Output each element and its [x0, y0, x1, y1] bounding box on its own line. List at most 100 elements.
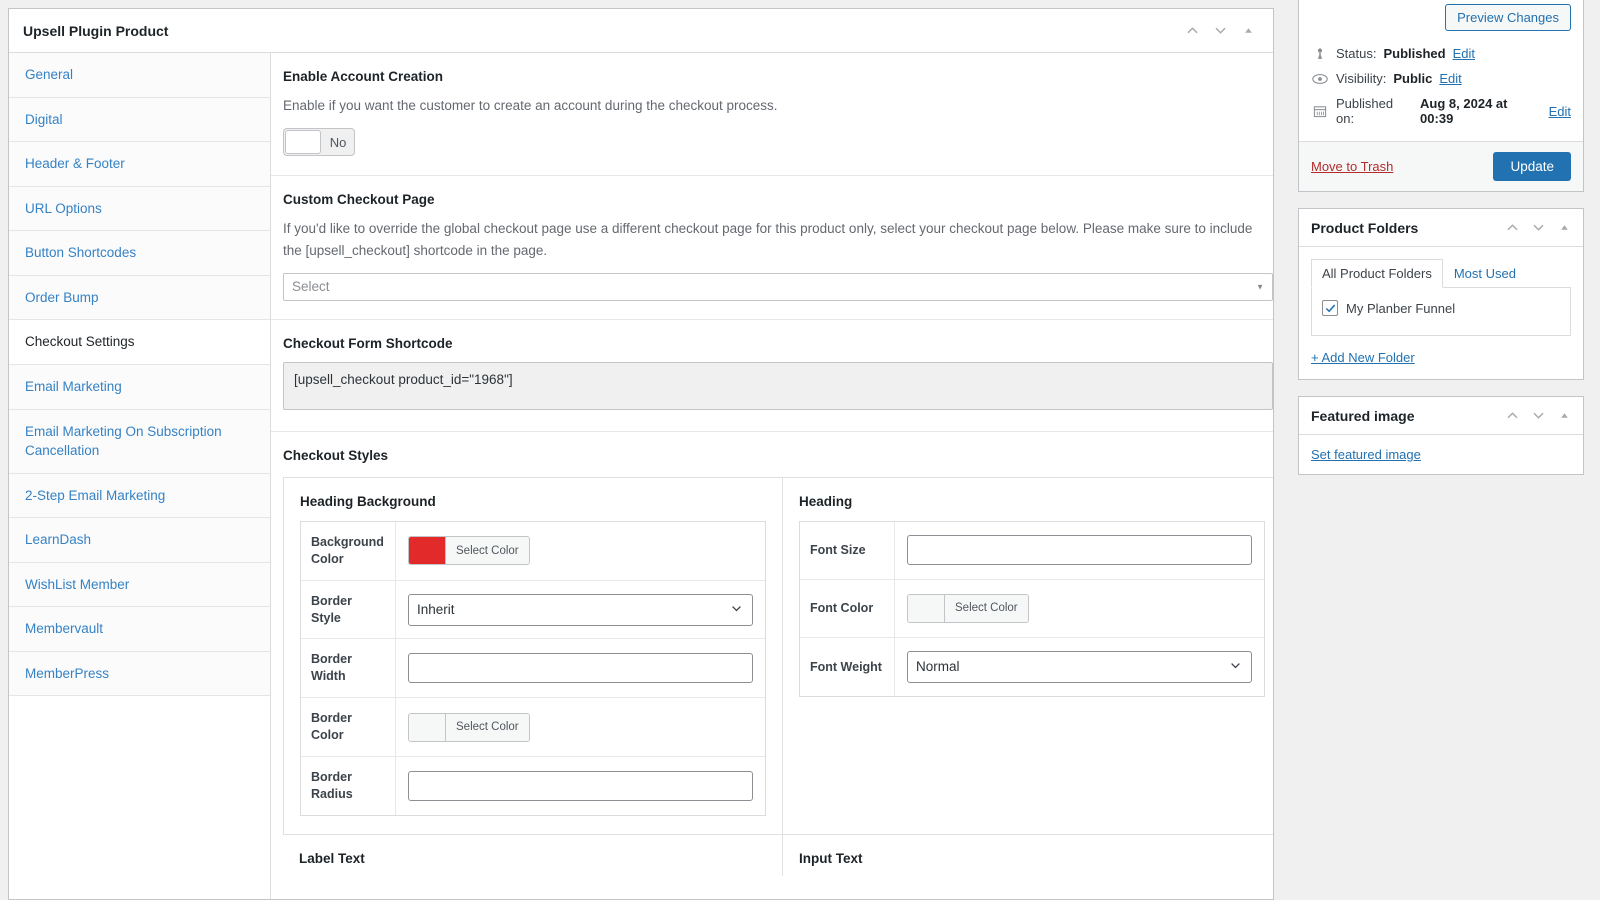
font-size-input[interactable]: [907, 535, 1252, 565]
property-label: Font Color: [800, 580, 895, 637]
chevron-down-icon: [730, 602, 743, 618]
property-control: Select Color: [895, 580, 1264, 637]
chevron-down-icon[interactable]: [1525, 215, 1551, 241]
sidebar-item-email-marketing-cancellation[interactable]: Email Marketing On Subscription Cancella…: [9, 410, 270, 474]
background-color-picker-button[interactable]: Select Color: [408, 536, 530, 565]
property-label: Font Weight: [800, 638, 895, 696]
tab-all-product-folders[interactable]: All Product Folders: [1311, 259, 1443, 288]
chevron-up-icon[interactable]: [1499, 403, 1525, 429]
border-radius-input[interactable]: [408, 771, 753, 801]
sidebar-item-memberpress[interactable]: MemberPress: [9, 652, 270, 697]
checkout-styles-label: Checkout Styles: [283, 448, 1274, 463]
set-featured-image-link[interactable]: Set featured image: [1311, 447, 1421, 462]
status-edit-link[interactable]: Edit: [1453, 46, 1475, 61]
heading-title: Heading: [799, 494, 1265, 509]
property-label: Border Width: [301, 639, 396, 697]
product-folders-tabs: All Product Folders Most Used: [1311, 259, 1571, 288]
enable-account-creation-label: Enable Account Creation: [283, 69, 1274, 84]
wordpress-product-edit-screen: Upsell Plugin Product General: [0, 0, 1600, 900]
property-label: Background Color: [301, 522, 396, 580]
preview-changes-button[interactable]: Preview Changes: [1445, 4, 1571, 31]
border-color-picker-button[interactable]: Select Color: [408, 713, 530, 742]
property-label: Border Radius: [301, 757, 396, 815]
published-on-edit-link[interactable]: Edit: [1549, 104, 1571, 119]
sidebar-item-membervault[interactable]: Membervault: [9, 607, 270, 652]
update-button[interactable]: Update: [1493, 152, 1571, 181]
property-control: [396, 757, 765, 815]
heading-table: Font Size Font Color: [799, 521, 1265, 697]
border-width-input[interactable]: [408, 653, 753, 683]
move-to-trash-link[interactable]: Move to Trash: [1311, 159, 1393, 174]
product-folders-list: My Planber Funnel: [1311, 288, 1571, 336]
sidebar-item-button-shortcodes[interactable]: Button Shortcodes: [9, 231, 270, 276]
sidebar-item-general[interactable]: General: [9, 53, 270, 98]
chevron-up-icon[interactable]: [1499, 215, 1525, 241]
font-color-picker-button[interactable]: Select Color: [907, 594, 1029, 623]
sidebar-item-order-bump[interactable]: Order Bump: [9, 276, 270, 321]
toggle-value-label: No: [322, 129, 354, 155]
collapse-toggle-icon[interactable]: [1235, 18, 1261, 44]
eye-icon: [1311, 72, 1329, 86]
add-new-folder-link[interactable]: + Add New Folder: [1311, 350, 1415, 365]
border-style-value: Inherit: [417, 602, 455, 617]
color-swatch: [409, 537, 445, 564]
chevron-down-icon[interactable]: [1525, 403, 1551, 429]
product-folders-body: All Product Folders Most Used My Planber…: [1299, 247, 1583, 379]
checkout-form-shortcode-textarea[interactable]: [283, 362, 1273, 410]
sidebar-item-digital[interactable]: Digital: [9, 98, 270, 143]
sidebar-item-email-marketing[interactable]: Email Marketing: [9, 365, 270, 410]
sidebar-item-url-options[interactable]: URL Options: [9, 187, 270, 232]
color-swatch: [409, 714, 445, 741]
sidebar-item-wishlist-member[interactable]: WishList Member: [9, 563, 270, 608]
custom-checkout-page-field: Custom Checkout Page If you'd like to ov…: [271, 176, 1274, 320]
visibility-value: Public: [1393, 71, 1432, 86]
collapse-toggle-icon[interactable]: [1551, 403, 1577, 429]
visibility-row: Visibility: Public Edit: [1311, 66, 1571, 91]
property-control: Normal: [895, 638, 1264, 696]
sidebar-item-learndash[interactable]: LearnDash: [9, 518, 270, 563]
page-title: Upsell Plugin Product: [23, 23, 1179, 39]
chevron-down-icon[interactable]: [1207, 18, 1233, 44]
status-badge: Published: [1383, 46, 1445, 61]
table-row: Border Color Select Color: [301, 698, 765, 757]
folder-label: My Planber Funnel: [1346, 301, 1455, 316]
settings-nav: General Digital Header & Footer URL Opti…: [9, 53, 271, 900]
product-folders-title: Product Folders: [1311, 220, 1499, 236]
select-color-label: Select Color: [445, 537, 529, 564]
font-weight-select[interactable]: Normal: [907, 651, 1252, 683]
enable-account-creation-toggle[interactable]: No: [283, 128, 355, 156]
table-row: Font Color Select Color: [800, 580, 1264, 638]
input-text-title: Input Text: [782, 835, 1274, 876]
calendar-icon: [1311, 104, 1329, 118]
metabox-header-actions: [1179, 18, 1261, 44]
custom-checkout-page-select[interactable]: Select ▼: [283, 273, 1273, 301]
visibility-edit-link[interactable]: Edit: [1439, 71, 1461, 86]
table-row: Background Color Select Color: [301, 522, 765, 581]
tab-most-used[interactable]: Most Used: [1443, 259, 1527, 288]
publish-box: Preview Changes Status: Published Edit V…: [1298, 0, 1584, 192]
list-item: My Planber Funnel: [1322, 300, 1560, 316]
chevron-up-icon[interactable]: [1179, 18, 1205, 44]
checkout-settings-panel: Enable Account Creation Enable if you wa…: [271, 53, 1274, 900]
sidebar-item-header-footer[interactable]: Header & Footer: [9, 142, 270, 187]
border-style-select[interactable]: Inherit: [408, 594, 753, 626]
select-color-label: Select Color: [944, 595, 1028, 622]
visibility-label: Visibility:: [1336, 71, 1386, 86]
featured-image-body: Set featured image: [1299, 435, 1583, 474]
font-weight-value: Normal: [916, 659, 960, 674]
collapse-toggle-icon[interactable]: [1551, 215, 1577, 241]
table-row: Font Size: [800, 522, 1264, 580]
sidebar-item-checkout-settings[interactable]: Checkout Settings: [9, 320, 270, 365]
sidebar-item-2-step-email-marketing[interactable]: 2-Step Email Marketing: [9, 474, 270, 519]
side-column: Preview Changes Status: Published Edit V…: [1282, 0, 1600, 900]
heading-background-table: Background Color Select Color: [300, 521, 766, 816]
published-on-value: Aug 8, 2024 at 00:39: [1420, 96, 1542, 126]
custom-checkout-page-description: If you'd like to override the global che…: [283, 218, 1273, 261]
folder-checkbox[interactable]: [1322, 300, 1338, 316]
custom-checkout-page-select-value: Select: [292, 279, 330, 294]
status-label: Status:: [1336, 46, 1376, 61]
property-label: Border Color: [301, 698, 396, 756]
enable-account-creation-field: Enable Account Creation Enable if you wa…: [271, 53, 1274, 176]
product-folders-box: Product Folders All Product Folders Most…: [1298, 208, 1584, 380]
featured-image-box: Featured image Set featured image: [1298, 396, 1584, 475]
